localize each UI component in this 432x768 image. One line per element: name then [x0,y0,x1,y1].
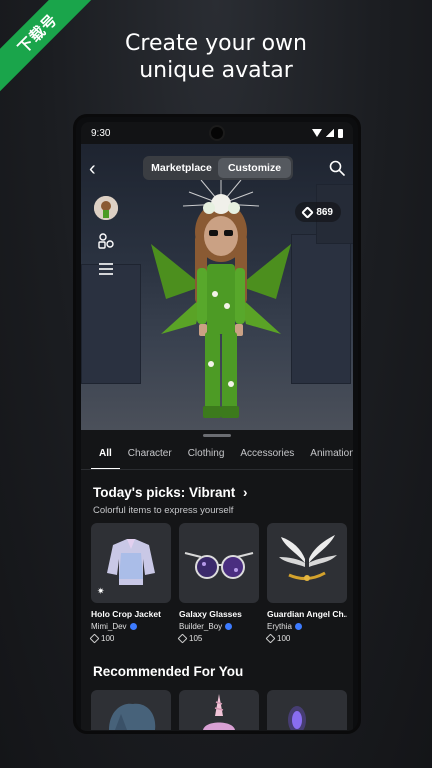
avatar-thumbnail [94,196,118,220]
item-card[interactable]: Galaxy Glasses Builder_Boy 105 [177,523,259,644]
back-button[interactable]: ‹ [89,159,96,179]
mode-switcher: Marketplace Customize [143,156,293,180]
headline-line-2: unique avatar [139,58,293,83]
wifi-icon [312,129,322,137]
glasses-image [184,552,254,579]
todays-picks-label: Today's picks: Vibrant [93,485,236,500]
robux-icon [177,633,188,644]
signal-icon [326,129,334,137]
tab-accessories[interactable]: Accessories [232,444,302,469]
creator-name: Erythia [267,622,292,631]
item-creator: Mimi_Dev [91,622,171,631]
recommended-item-card[interactable] [267,690,347,730]
item-price: 105 [177,633,259,644]
item-name: Guardian Angel Ch... [267,609,347,619]
robux-icon [265,633,276,644]
recommended-title[interactable]: Recommended For You [93,664,243,679]
front-camera [209,125,225,141]
unicorn-item-image [203,694,235,730]
category-tabs: All Character Clothing Accessories Anima… [81,444,353,470]
recommended-row [91,690,347,730]
tab-all[interactable]: All [91,444,120,469]
app-screen: 9:30 ‹ Marketplace Customize 869 All Cha… [81,122,353,731]
headline-line-1: Create your own [125,31,307,56]
item-name: Galaxy Glasses [179,609,242,619]
tab-marketplace[interactable]: Marketplace [145,158,218,178]
item-card[interactable]: ✷ Holo Crop Jacket Mimi_Dev 100 [89,523,171,644]
status-time: 9:30 [91,127,111,139]
verified-badge-icon [129,623,137,630]
price-value: 105 [189,634,203,643]
avatar-figure [151,176,291,418]
avatar-preview[interactable]: ‹ Marketplace Customize 869 [81,144,353,430]
avatar-switcher[interactable] [94,196,118,220]
wand-item-image [288,706,306,730]
item-name: Holo Crop Jacket [91,609,161,619]
creator-name: Builder_Boy [179,622,223,631]
chevron-right-icon: › [243,485,248,500]
status-icons [312,128,343,138]
wings-image [279,535,337,581]
todays-picks-title[interactable]: Today's picks: Vibrant › [93,485,248,500]
item-thumbnail [179,523,259,603]
search-icon[interactable] [329,160,345,176]
promo-headline: Create your own unique avatar [0,30,432,84]
tab-customize[interactable]: Customize [218,158,291,178]
item-card[interactable]: Guardian Angel Ch... Erythia 100 [265,523,347,644]
verified-badge-icon [294,623,302,630]
hair-item-image [109,703,156,730]
item-creator: Erythia [267,622,347,631]
tab-clothing[interactable]: Clothing [180,444,233,469]
drawer-handle[interactable] [203,434,231,437]
item-creator: Builder_Boy [179,622,259,631]
item-price: 100 [265,633,347,644]
recommended-item-card[interactable] [91,690,171,730]
item-thumbnail [267,523,347,603]
background-block [81,264,141,384]
verified-badge-icon [225,623,233,630]
menu-icon[interactable] [97,262,115,276]
battery-icon [338,128,343,138]
robux-icon [301,205,315,219]
item-price: 100 [89,633,171,644]
tab-character[interactable]: Character [120,444,180,469]
price-value: 100 [101,634,115,643]
phone-frame: 9:30 ‹ Marketplace Customize 869 All Cha… [73,114,361,734]
recommended-item-card[interactable] [179,690,259,730]
catalog-drawer: All Character Clothing Accessories Anima… [81,430,353,731]
robux-amount: 869 [316,206,333,218]
creator-name: Mimi_Dev [91,622,127,631]
todays-picks-subtitle: Colorful items to express yourself [93,505,234,516]
robux-icon [89,633,100,644]
robux-balance[interactable]: 869 [295,202,341,222]
tab-animation[interactable]: Animation [302,444,353,469]
item-thumbnail: ✷ [91,523,171,603]
sparkle-icon: ✷ [97,586,105,596]
side-tools [93,196,119,276]
price-value: 100 [277,634,291,643]
customize-tools-icon[interactable] [97,232,115,250]
picks-row: ✷ Holo Crop Jacket Mimi_Dev 100 Galaxy G… [89,523,353,644]
top-bar: ‹ Marketplace Customize [81,156,353,182]
chevron-left-icon: ‹ [89,158,96,180]
